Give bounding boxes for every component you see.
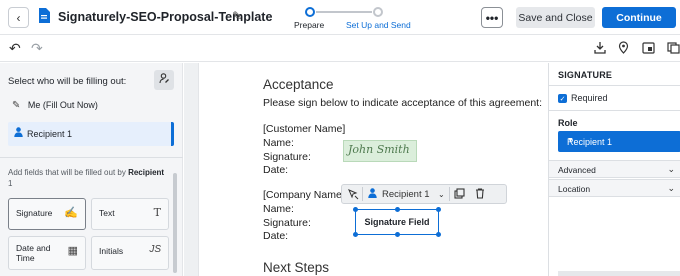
more-options-button[interactable]: ••• <box>481 7 503 28</box>
signature-field-label: Signature Field <box>364 217 430 227</box>
document-page: Acceptance Please sign below to indicate… <box>198 63 548 276</box>
initials-icon: JS <box>149 244 161 255</box>
step-setup-indicator <box>373 7 383 17</box>
section-location-label: Location <box>558 184 591 194</box>
toolbar-separator <box>449 187 450 201</box>
field-initials[interactable]: Initials JS <box>91 236 169 270</box>
next-steps-heading: Next Steps <box>263 260 330 275</box>
resize-handle[interactable] <box>436 232 441 237</box>
step-prepare-label[interactable]: Prepare <box>294 20 324 30</box>
required-label[interactable]: Required <box>571 93 608 103</box>
back-button[interactable]: ‹ <box>8 7 29 28</box>
company-date-label: Date: <box>263 230 289 242</box>
signer-recipient-label: Recipient 1 <box>27 129 73 139</box>
company-name-line: [Company Name] <box>263 189 345 201</box>
person-icon <box>368 188 377 201</box>
download-icon[interactable] <box>594 41 606 57</box>
trash-icon[interactable] <box>475 188 485 202</box>
pen-icon: ✎ <box>12 100 21 111</box>
company-signature-label: Signature: <box>263 217 311 229</box>
field-text-label: Text <box>99 208 115 218</box>
role-select[interactable]: Recipient 1 ▼ <box>558 131 680 152</box>
signature-field[interactable]: Signature Field <box>353 207 441 237</box>
step-setup-label[interactable]: Set Up and Send <box>346 20 411 30</box>
pencil-icon[interactable]: ✎ <box>232 9 242 23</box>
resize-handle[interactable] <box>436 207 441 212</box>
section-location[interactable]: Location ⌄ <box>549 179 680 197</box>
field-floating-toolbar: Recipient 1 ⌄ <box>341 184 507 204</box>
calendar-icon: ▦ <box>67 245 78 257</box>
duplicate-icon[interactable] <box>454 188 465 202</box>
divider <box>0 157 183 158</box>
text-icon: T <box>153 206 161 219</box>
customer-signature-label: Signature: <box>263 151 311 163</box>
field-recipient-select[interactable]: Recipient 1 <box>382 189 464 200</box>
move-icon[interactable] <box>347 188 359 203</box>
add-signer-button[interactable] <box>154 70 174 90</box>
document-canvas: Acceptance Please sign below to indicate… <box>184 63 548 276</box>
customer-signature-text: John Smith <box>348 143 410 156</box>
save-and-close-button[interactable]: Save and Close <box>516 7 595 28</box>
document-icon <box>38 8 50 28</box>
field-initials-label: Initials <box>99 246 124 256</box>
chevron-left-icon: ‹ <box>16 10 21 25</box>
chevron-down-icon: ⌄ <box>667 164 675 174</box>
field-date-time[interactable]: Date and Time ▦ <box>8 236 86 270</box>
customer-date-label: Date: <box>263 164 289 176</box>
add-fields-hint: Add fields that will be filled out by Re… <box>8 167 166 189</box>
continue-button[interactable]: Continue <box>602 7 676 28</box>
signature-pen-icon: ✍ <box>64 207 78 219</box>
copy-icon[interactable] <box>667 41 680 57</box>
undo-icon[interactable]: ↶ <box>9 40 21 57</box>
customer-signature-image[interactable]: John Smith <box>343 140 417 162</box>
signer-me-label: Me (Fill Out Now) <box>27 100 98 110</box>
add-fields-suffix: 1 <box>8 179 13 188</box>
step-connector <box>316 11 372 13</box>
add-fields-recipient: Recipient <box>128 168 165 177</box>
role-label: Role <box>558 118 578 128</box>
field-date-label: Date and Time <box>16 243 51 263</box>
required-checkbox[interactable]: ✓ <box>558 94 567 103</box>
customer-name-line: [Customer Name] <box>263 123 346 135</box>
signer-recipient-1[interactable]: Recipient 1 <box>8 122 174 146</box>
properties-title: SIGNATURE <box>558 70 613 80</box>
acceptance-heading: Acceptance <box>263 77 334 92</box>
editor-toolbar: ↶ ↷ <box>0 36 680 62</box>
resize-handle[interactable] <box>353 207 358 212</box>
toolbar-separator <box>362 187 363 201</box>
acceptance-intro: Please sign below to indicate acceptance… <box>263 97 543 109</box>
properties-panel: SIGNATURE ✓ Required Role Recipient 1 ▼ … <box>548 63 680 276</box>
signer-heading: Select who will be filling out: <box>8 76 127 87</box>
resize-handle[interactable] <box>395 207 400 212</box>
section-advanced-label: Advanced <box>558 165 596 175</box>
add-fields-prefix: Add fields that will be filled out by <box>8 168 129 177</box>
location-pin-icon[interactable] <box>618 41 629 57</box>
divider <box>549 85 680 86</box>
panel-footer <box>558 271 680 276</box>
company-name-label: Name: <box>263 203 294 215</box>
left-panel: Select who will be filling out: ✎ Me (Fi… <box>0 63 183 276</box>
left-panel-scrollbar[interactable] <box>173 173 177 273</box>
progress-steps: Prepare Set Up and Send <box>290 4 411 32</box>
customer-name-label: Name: <box>263 137 294 149</box>
resize-handle[interactable] <box>353 232 358 237</box>
person-icon <box>14 127 23 140</box>
step-prepare-indicator <box>305 7 315 17</box>
field-signature[interactable]: Signature ✍ <box>8 198 86 230</box>
signer-me[interactable]: ✎ Me (Fill Out Now) <box>12 100 98 111</box>
section-advanced[interactable]: Advanced ⌄ <box>549 160 680 178</box>
chevron-down-icon[interactable]: ⌄ <box>438 190 445 199</box>
divider <box>549 110 680 111</box>
caret-down-icon: ▼ <box>567 137 574 144</box>
top-bar: ‹ Signaturely-SEO-Proposal-Template ✎ Pr… <box>0 0 680 35</box>
person-edit-icon <box>158 73 170 87</box>
resize-handle[interactable] <box>395 232 400 237</box>
field-text[interactable]: Text T <box>91 198 169 230</box>
field-signature-label: Signature <box>16 208 53 218</box>
chevron-down-icon: ⌄ <box>667 183 675 193</box>
redo-icon[interactable]: ↷ <box>31 40 43 57</box>
field-toggle-icon[interactable] <box>642 41 655 57</box>
